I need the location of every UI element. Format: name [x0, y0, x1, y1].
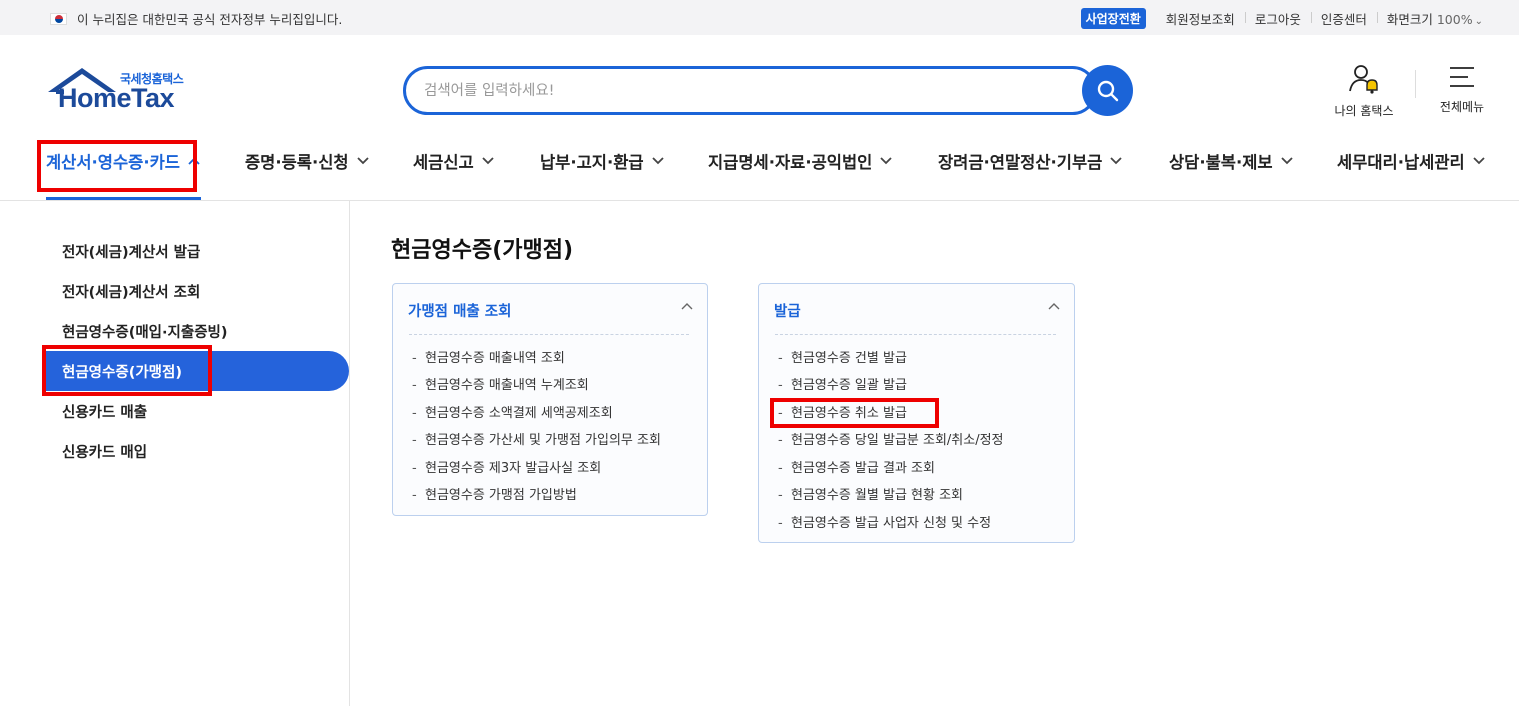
gnb-active-underline	[46, 197, 201, 200]
gnb-item-incentive[interactable]: 장려금·연말정산·기부금	[938, 149, 1122, 173]
biz-switch-button[interactable]: 사업장전환	[1080, 8, 1146, 29]
page-title: 현금영수증(가맹점)	[391, 238, 574, 263]
card-link[interactable]: - 현금영수증 가맹점 가입방법	[412, 484, 577, 503]
sidebar-item-e-invoice-issue[interactable]: 전자(세금)계산서 발급	[62, 241, 200, 262]
gov-notice-text: 이 누리집은 대한민국 공식 전자정부 누리집입니다.	[77, 12, 343, 27]
my-hometax-label: 나의 홈택스	[1334, 104, 1394, 118]
sidebar-item-cash-receipt-purchase[interactable]: 현금영수증(매입·지출증빙)	[62, 321, 228, 342]
gnb-item-tax-agent[interactable]: 세무대리·납세관리	[1337, 149, 1485, 173]
card-link[interactable]: - 현금영수증 가산세 및 가맹점 가입의무 조회	[412, 429, 661, 448]
chevron-down-icon	[356, 157, 369, 165]
hamburger-menu-icon	[1450, 67, 1474, 87]
search-button[interactable]	[1082, 65, 1133, 116]
logo-wordmark: HomeTax	[58, 83, 175, 113]
gnb-item-payment[interactable]: 납부·고지·환급	[540, 149, 664, 173]
chevron-down-icon	[651, 157, 664, 165]
gnb-label: 계산서·영수증·카드	[46, 153, 180, 172]
chevron-down-icon	[1280, 157, 1293, 165]
sidebar: 전자(세금)계산서 발급 전자(세금)계산서 조회 현금영수증(매입·지출증빙)…	[0, 201, 350, 706]
zoom-label: 화면크기	[1386, 12, 1433, 27]
gnb-label: 세무대리·납세관리	[1337, 153, 1465, 172]
gnb-item-statement[interactable]: 지급명세·자료·공익법인	[708, 149, 892, 173]
chevron-up-icon	[188, 157, 200, 165]
card-title[interactable]: 가맹점 매출 조회	[408, 300, 511, 321]
card-link[interactable]: - 현금영수증 제3자 발급사실 조회	[412, 457, 601, 476]
gnb-label: 세금신고	[413, 153, 474, 172]
gnb-item-certificate[interactable]: 증명·등록·신청	[245, 149, 369, 173]
card-link-cancel-issue[interactable]: - 현금영수증 취소 발급	[778, 402, 907, 421]
member-info-link[interactable]: 회원정보조회	[1156, 9, 1245, 28]
card-link[interactable]: - 현금영수증 건별 발급	[778, 347, 907, 366]
my-hometax-button[interactable]: 나의 홈택스	[1326, 64, 1402, 119]
cert-center-link[interactable]: 인증센터	[1310, 9, 1377, 28]
gnb-item-consult[interactable]: 상담·불복·제보	[1169, 149, 1293, 173]
card-merchant-sales-lookup: 가맹점 매출 조회 - 현금영수증 매출내역 조회 - 현금영수증 매출내역 누계조…	[392, 283, 708, 516]
hometax-logo[interactable]: 국세청홈택스 HomeTax	[46, 66, 198, 116]
all-menu-button[interactable]: 전체메뉴	[1432, 66, 1492, 115]
gov-notice-bar: 이 누리집은 대한민국 공식 전자정부 누리집입니다. 사업장전환 회원정보조회…	[0, 0, 1519, 35]
chevron-down-icon: ⌄	[1474, 16, 1483, 27]
search-box	[403, 66, 1097, 115]
card-link[interactable]: - 현금영수증 월별 발급 현황 조회	[778, 484, 963, 503]
card-divider	[409, 334, 689, 335]
user-bell-icon	[1349, 65, 1378, 94]
gnb-label: 증명·등록·신청	[245, 153, 349, 172]
card-issue: 발급 - 현금영수증 건별 발급 - 현금영수증 일괄 발급 - 현금영수증 취소 발…	[758, 283, 1075, 543]
card-link[interactable]: - 현금영수증 발급 사업자 신청 및 수정	[778, 512, 991, 531]
all-menu-label: 전체메뉴	[1439, 100, 1485, 114]
card-link[interactable]: - 현금영수증 일괄 발급	[778, 374, 907, 393]
card-link[interactable]: - 현금영수증 당일 발급분 조회/취소/정정	[778, 429, 1004, 448]
gov-notice: 이 누리집은 대한민국 공식 전자정부 누리집입니다.	[50, 9, 342, 28]
header-divider	[1415, 70, 1416, 98]
card-link[interactable]: - 현금영수증 소액결제 세액공제조회	[412, 402, 613, 421]
card-link[interactable]: - 현금영수증 발급 결과 조회	[778, 457, 935, 476]
chevron-up-icon[interactable]	[681, 302, 693, 310]
sidebar-item-credit-card-purchase[interactable]: 신용카드 매입	[62, 441, 147, 462]
gnb-label: 납부·고지·환급	[540, 153, 644, 172]
card-link[interactable]: - 현금영수증 매출내역 누계조회	[412, 374, 589, 393]
gnb-item-tax-return[interactable]: 세금신고	[413, 149, 494, 173]
korea-flag-icon	[50, 12, 67, 25]
gnb-label: 상담·불복·제보	[1169, 153, 1273, 172]
gnb-item-invoice-receipt-card[interactable]: 계산서·영수증·카드	[46, 149, 200, 173]
chevron-down-icon	[880, 157, 892, 165]
gnb-label: 지급명세·자료·공익법인	[708, 153, 873, 172]
search-icon	[1097, 80, 1118, 101]
zoom-control[interactable]: 화면크기 100% ⌄	[1376, 9, 1483, 28]
chevron-up-icon[interactable]	[1048, 302, 1060, 310]
sidebar-item-cash-receipt-merchant[interactable]: 현금영수증(가맹점)	[62, 361, 182, 382]
global-nav: 계산서·영수증·카드 증명·등록·신청 세금신고 납부·고지·환급 지급명세·자…	[0, 137, 1519, 201]
logout-link[interactable]: 로그아웃	[1244, 9, 1311, 28]
search-input[interactable]	[424, 79, 1044, 103]
chevron-down-icon	[1110, 157, 1122, 165]
sidebar-item-credit-card-sales[interactable]: 신용카드 매출	[62, 401, 147, 422]
card-divider	[775, 334, 1056, 335]
utility-menu: 사업장전환 회원정보조회 로그아웃 인증센터 화면크기 100% ⌄	[1080, 8, 1483, 29]
card-link[interactable]: - 현금영수증 매출내역 조회	[412, 347, 565, 366]
card-title[interactable]: 발급	[774, 300, 801, 321]
gnb-label: 장려금·연말정산·기부금	[938, 153, 1103, 172]
sidebar-item-e-invoice-lookup[interactable]: 전자(세금)계산서 조회	[62, 281, 200, 302]
chevron-down-icon	[482, 157, 494, 165]
chevron-down-icon	[1473, 157, 1485, 165]
zoom-value: 100%	[1436, 12, 1473, 27]
